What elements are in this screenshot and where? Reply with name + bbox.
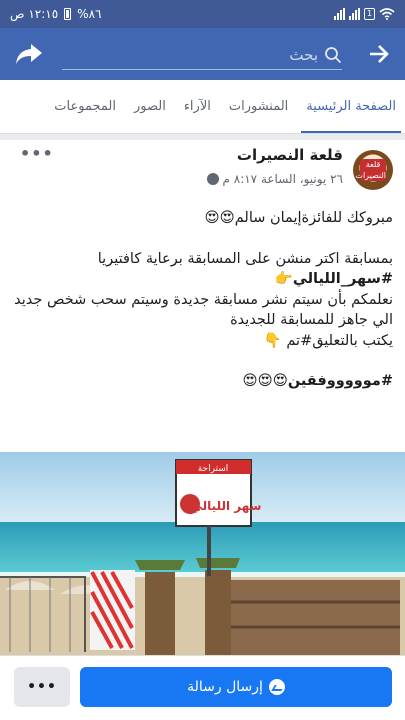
hashtag-link-2[interactable]: #موووووفقين😍😍😍 <box>12 371 393 392</box>
post-line-4: نعلمكم بأن سيتم نشر مسابقة جديدة وسيتم س… <box>14 291 393 308</box>
post-line-6: يكتب بالتعليق#تم 👇 <box>263 332 393 349</box>
search-icon <box>325 46 342 63</box>
post-line-2: بمسابقة اكتر منشن على المسابقة برعاية كا… <box>97 250 393 267</box>
post-header: قلعة النصيرات قلعة النصيرات ٢٦ يونيو، الس… <box>0 140 405 200</box>
beach-photo: استراحة سهر الليالي <box>0 452 405 655</box>
post-line-5: الي جاهز للمسابقة للجديدة <box>230 312 393 328</box>
bottom-action-bar: ••• إرسال رسالة <box>0 655 405 720</box>
battery-icon <box>64 8 72 20</box>
sim-icon: 1 <box>364 8 375 20</box>
hashtag-link[interactable]: #سهر_الليالي👉 <box>12 269 393 290</box>
post-more-button[interactable]: ••• <box>20 144 54 163</box>
search-placeholder: بحث <box>289 45 318 64</box>
post-card: قلعة النصيرات قلعة النصيرات ٢٦ يونيو، الس… <box>0 140 405 655</box>
post-date[interactable]: ٢٦ يونيو، الساعة ٨:١٧ م <box>223 172 344 186</box>
avatar-logo: قلعة النصيرات <box>355 159 386 181</box>
send-message-label: إرسال رسالة <box>187 679 263 695</box>
wifi-icon <box>379 8 395 20</box>
share-button[interactable] <box>12 37 46 71</box>
globe-icon <box>206 173 219 185</box>
send-message-button[interactable]: إرسال رسالة <box>80 667 392 707</box>
tab-groups[interactable]: المجموعات <box>45 80 125 133</box>
post-photo[interactable]: استراحة سهر الليالي <box>0 452 405 655</box>
page-tabs: الصفحة الرئيسية المنشورات الآراء الصور ا… <box>0 80 405 134</box>
more-options-button[interactable]: ••• <box>14 667 70 707</box>
status-left: ١٢:١٥ ص %٨٦ <box>10 7 101 21</box>
post-line-1: مبروكك للفائزةإيمان سالم😍😍 <box>204 210 393 226</box>
signal-icon <box>334 8 345 20</box>
battery-level: %٨٦ <box>77 7 102 21</box>
page-name[interactable]: قلعة النصيرات <box>237 146 343 164</box>
back-button[interactable] <box>363 38 395 70</box>
tab-posts[interactable]: المنشورات <box>220 80 297 133</box>
post-meta: ٢٦ يونيو، الساعة ٨:١٧ م <box>206 172 344 186</box>
tab-home[interactable]: الصفحة الرئيسية <box>297 80 405 133</box>
tab-photos[interactable]: الصور <box>125 80 175 133</box>
top-bar: بحث <box>0 28 405 80</box>
status-right: 1 <box>334 8 395 20</box>
avatar[interactable]: قلعة النصيرات <box>353 150 393 190</box>
share-icon <box>16 44 42 64</box>
arrow-right-icon <box>370 45 389 63</box>
clock: ١٢:١٥ ص <box>10 7 59 21</box>
sign-main-text: سهر الليالي <box>191 499 262 513</box>
messenger-icon <box>268 679 285 695</box>
sign-top-text: استراحة <box>198 464 229 474</box>
signal-icon-2 <box>349 8 360 20</box>
post-text: مبروكك للفائزةإيمان سالم😍😍 بمسابقة اكتر … <box>0 200 405 392</box>
tab-reviews[interactable]: الآراء <box>175 80 220 133</box>
status-bar: ١٢:١٥ ص %٨٦ 1 <box>0 0 405 28</box>
search-input[interactable]: بحث <box>62 40 342 70</box>
